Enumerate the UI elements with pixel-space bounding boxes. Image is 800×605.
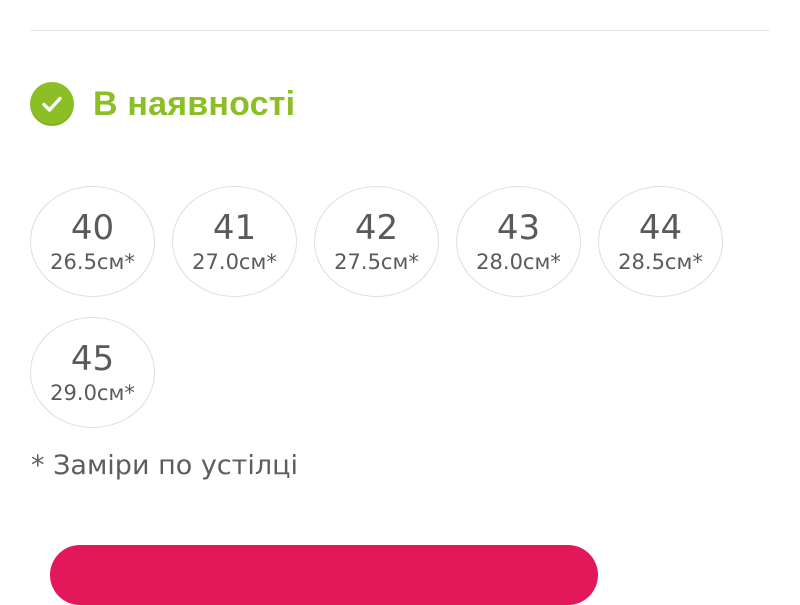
buy-button[interactable] xyxy=(50,545,598,605)
size-length: 26.5см* xyxy=(50,249,135,274)
size-length: 27.5см* xyxy=(334,249,419,274)
size-option-43[interactable]: 43 28.0см* xyxy=(456,186,581,297)
size-selector: 40 26.5см* 41 27.0см* 42 27.5см* 43 28.0… xyxy=(30,186,750,428)
size-length: 27.0см* xyxy=(192,249,277,274)
size-option-42[interactable]: 42 27.5см* xyxy=(314,186,439,297)
size-length: 28.0см* xyxy=(476,249,561,274)
size-option-45[interactable]: 45 29.0см* xyxy=(30,317,155,428)
availability-label: В наявності xyxy=(93,85,296,123)
size-number: 42 xyxy=(354,207,399,248)
size-length: 29.0см* xyxy=(50,380,135,405)
top-divider xyxy=(30,30,770,31)
size-option-41[interactable]: 41 27.0см* xyxy=(172,186,297,297)
measurement-note: * Заміри по устілці xyxy=(31,450,299,481)
check-circle-icon xyxy=(30,82,74,126)
size-length: 28.5см* xyxy=(618,249,703,274)
availability-status: В наявності xyxy=(30,82,295,126)
size-number: 43 xyxy=(496,207,541,248)
size-number: 45 xyxy=(70,338,115,379)
size-option-44[interactable]: 44 28.5см* xyxy=(598,186,723,297)
size-number: 40 xyxy=(70,207,115,248)
size-number: 41 xyxy=(212,207,257,248)
size-number: 44 xyxy=(638,207,683,248)
size-option-40[interactable]: 40 26.5см* xyxy=(30,186,155,297)
